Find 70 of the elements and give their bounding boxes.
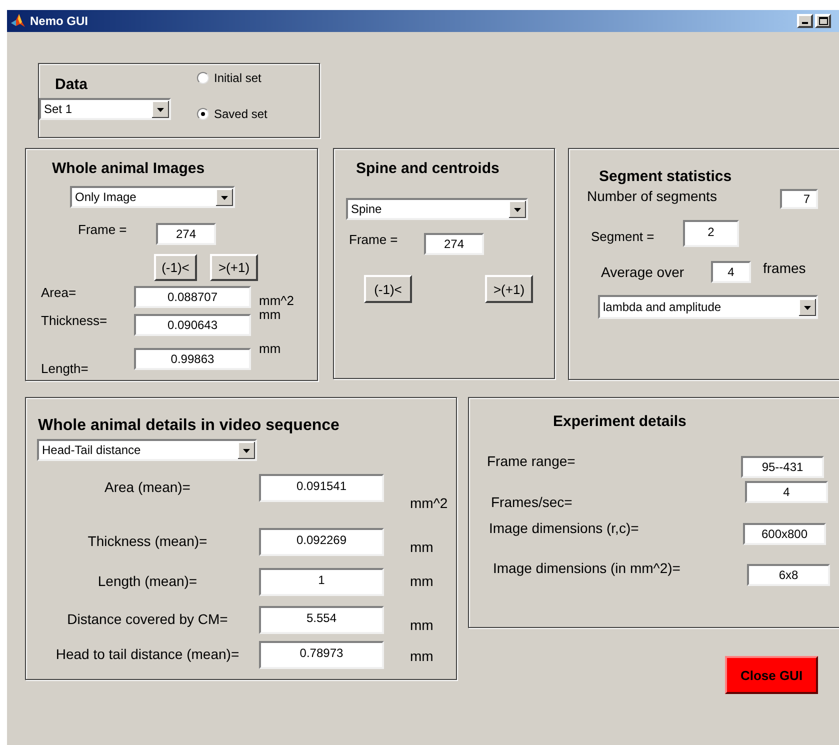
close-gui-button[interactable]: Close GUI (725, 656, 818, 694)
field-label: Image dimensions (r,c)= (489, 521, 640, 535)
unit-label: mm^2 (410, 496, 448, 510)
dropdown-arrow-icon[interactable] (799, 298, 816, 316)
unit-label: mm (410, 540, 434, 554)
text-field[interactable]: 5.554 (259, 606, 384, 634)
panel-title: Whole animal Images (52, 161, 206, 176)
panel-title: Experiment details (553, 414, 688, 429)
text-field[interactable]: 1 (259, 568, 384, 596)
unit-label: mm (410, 649, 434, 663)
field-label: Length (mean)= (96, 574, 198, 588)
text-field[interactable]: 6x8 (747, 564, 830, 586)
field-label: Thickness= (41, 314, 108, 327)
text-field[interactable]: 0.99863 (134, 348, 251, 370)
text-field[interactable]: 4 (745, 481, 828, 503)
text-field[interactable]: 0.090643 (134, 314, 251, 336)
field-label: Distance covered by CM= (66, 612, 229, 626)
unit-label: mm^2 (259, 294, 294, 307)
panel-title: Whole animal details in video sequence (38, 418, 340, 434)
field-label: Thickness (mean)= (86, 534, 208, 548)
dropdown-arrow-icon[interactable] (216, 188, 233, 206)
radio-button[interactable]: Saved set (197, 108, 268, 120)
unit-label: mm (410, 618, 434, 632)
field-label: Length= (41, 362, 90, 375)
step-button[interactable]: (-1)< (364, 275, 412, 303)
text-field[interactable]: 0.78973 (259, 641, 384, 669)
minimize-button[interactable] (797, 14, 813, 28)
dropdown-arrow-icon[interactable] (238, 442, 255, 458)
field-label: Frame = (349, 233, 399, 246)
radio-button[interactable]: Initial set (197, 72, 268, 84)
text-field[interactable]: 274 (424, 233, 484, 255)
field-label: Head to tail distance (mean)= (54, 647, 240, 661)
text-field[interactable]: 0.091541 (259, 474, 384, 502)
field-label: Frame = (78, 223, 128, 236)
field-label: Number of segments (587, 189, 718, 203)
text-field[interactable]: 600x800 (743, 523, 826, 545)
window-title: Nemo GUI (30, 15, 88, 27)
dropdown[interactable]: Set 1 (39, 98, 171, 120)
dropdown-arrow-icon[interactable] (509, 200, 526, 218)
app-logo-icon (10, 13, 26, 29)
text-field[interactable]: 0.092269 (259, 528, 384, 556)
field-label: Image dimensions (in mm^2)= (493, 561, 682, 575)
unit-label: mm (259, 308, 281, 321)
panel-title: Spine and centroids (356, 161, 500, 176)
text-field[interactable]: 274 (156, 223, 216, 245)
field-label: Area (mean)= (104, 480, 192, 494)
dropdown[interactable]: Only Image (70, 186, 235, 208)
maximize-button[interactable] (815, 14, 831, 28)
unit-label: mm (410, 574, 434, 588)
field-label: Average over (601, 265, 686, 279)
field-label: Frames/sec= (491, 495, 574, 509)
dropdown[interactable]: Head-Tail distance (37, 439, 257, 461)
text-field[interactable]: 7 (780, 189, 818, 209)
dropdown[interactable]: Spine (346, 198, 528, 220)
step-button[interactable]: (-1)< (154, 254, 197, 281)
text-field[interactable]: 2 (683, 220, 739, 247)
step-button[interactable]: >(+1) (485, 275, 533, 303)
text-field[interactable]: 95--431 (741, 456, 824, 478)
field-label: Frame range= (487, 454, 576, 468)
field-label: Area= (41, 286, 78, 299)
unit-label: frames (763, 261, 806, 275)
step-button[interactable]: >(+1) (210, 254, 258, 281)
dropdown-arrow-icon[interactable] (152, 100, 169, 118)
dropdown[interactable]: lambda and amplitude (598, 295, 818, 319)
panel-title: Segment statistics (599, 169, 733, 184)
field-label: Segment = (591, 230, 656, 243)
text-field[interactable]: 4 (711, 261, 751, 283)
text-field[interactable]: 0.088707 (134, 286, 251, 308)
unit-label: mm (259, 342, 281, 355)
panel-title: Data (55, 77, 89, 92)
